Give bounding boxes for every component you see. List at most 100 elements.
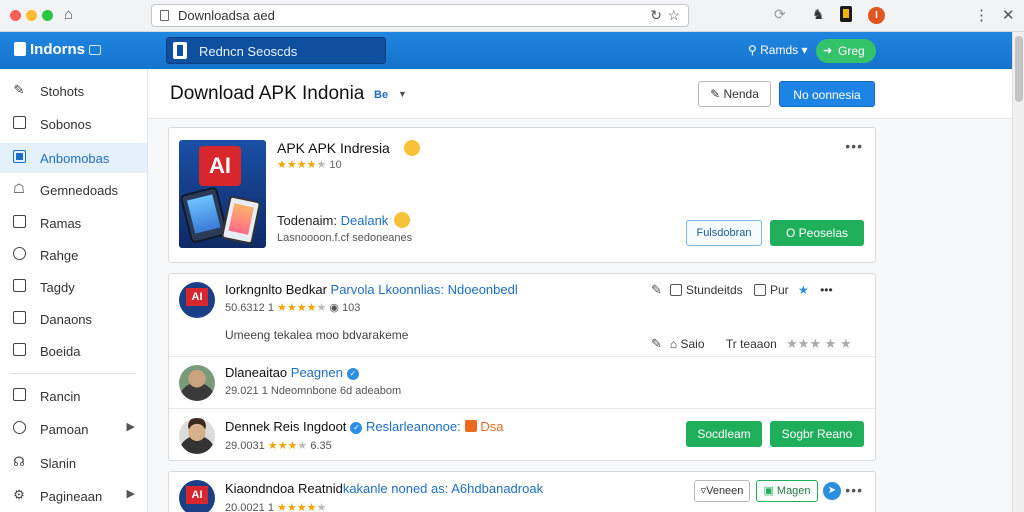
home-icon[interactable]: ⌂ bbox=[64, 6, 73, 23]
sidebar-item-label: Danaons bbox=[40, 312, 93, 327]
sidebar-item-boeida[interactable]: Boeida bbox=[0, 336, 147, 366]
close-window-button[interactable] bbox=[10, 10, 21, 21]
rating-count: 10 bbox=[329, 159, 342, 171]
account-menu[interactable]: ⚲ Ramds ▾ bbox=[748, 43, 808, 57]
review-link[interactable]: Peagnen bbox=[291, 365, 343, 380]
review-action-button[interactable]: Sogbr Reano bbox=[770, 421, 864, 447]
sidebar-item-pagineaan[interactable]: ⚙ Pagineaan ▶ bbox=[0, 481, 147, 511]
search-app-icon bbox=[173, 42, 187, 59]
review-link[interactable]: Ndoeonbedl bbox=[448, 282, 518, 297]
edit-icon: ✎ bbox=[13, 82, 25, 97]
sidebar-item-pamoan[interactable]: Pamoan ▶ bbox=[0, 414, 147, 444]
smiley-icon bbox=[403, 140, 420, 156]
sidebar-item-label: Slanin bbox=[40, 456, 77, 471]
avatar[interactable] bbox=[179, 418, 215, 454]
app-title-text: APK APK Indresia bbox=[277, 140, 390, 156]
sidebar-item-label: Gemnedoads bbox=[40, 183, 119, 198]
more-options-icon[interactable]: ••• bbox=[820, 283, 833, 297]
sidebar-item-rahge[interactable]: Rahge bbox=[0, 240, 147, 270]
sidebar-item-sobonos[interactable]: Sobonos bbox=[0, 109, 147, 139]
sidebar-item-tagdy[interactable]: Tagdy bbox=[0, 272, 147, 302]
review-author: Iorkngnlto Bedkar bbox=[225, 282, 327, 297]
reload-icon[interactable]: ↻ bbox=[650, 7, 662, 24]
url-input[interactable] bbox=[178, 7, 618, 24]
book-icon bbox=[12, 116, 26, 130]
details-button[interactable]: Fulsdobran bbox=[686, 220, 762, 246]
review-link[interactable]: Parvola Lkoonnlias: bbox=[331, 282, 444, 297]
sidebar-item-rancin[interactable]: Rancin bbox=[0, 381, 147, 411]
extension-bookmark-icon[interactable] bbox=[840, 6, 852, 22]
more-options-icon[interactable]: ••• bbox=[845, 138, 863, 154]
maximize-window-button[interactable] bbox=[42, 10, 53, 21]
sidebar-item-danaons[interactable]: Danaons bbox=[0, 304, 147, 334]
page-scrollbar[interactable] bbox=[1012, 32, 1024, 512]
app-icon-image[interactable]: AI bbox=[179, 140, 266, 248]
scrollbar-thumb[interactable] bbox=[1015, 36, 1023, 102]
developer-name[interactable]: Dealank bbox=[341, 213, 389, 228]
primary-button[interactable]: No oonnesia bbox=[779, 81, 875, 107]
beta-badge[interactable]: Be bbox=[374, 89, 388, 101]
sidebar-item-slanin[interactable]: ☊ Slanin bbox=[0, 448, 147, 478]
sidebar-item-anbomobas[interactable]: Anbomobas bbox=[0, 143, 147, 173]
sidebar-item-ramas[interactable]: Ramas bbox=[0, 208, 147, 238]
download-button[interactable]: O Peoselas bbox=[770, 220, 864, 246]
secondary-button-label: Nenda bbox=[723, 87, 759, 101]
sidebar-item-label: Rancin bbox=[40, 389, 81, 404]
view-button-label: Veneen bbox=[706, 485, 744, 497]
chevron-down-icon[interactable]: ▼ bbox=[398, 89, 407, 99]
app-rating: ★★★★★ 10 bbox=[277, 158, 342, 171]
review-action[interactable]: Saio bbox=[681, 337, 705, 351]
avatar[interactable] bbox=[179, 282, 215, 318]
avatar[interactable] bbox=[179, 365, 215, 401]
related-author: Kiaondndoa Reatnid bbox=[225, 481, 343, 496]
app-logo-badge: AI bbox=[199, 146, 241, 186]
review-link[interactable]: Reslarleanonoe: bbox=[366, 419, 461, 434]
close-tab-icon[interactable]: ✕ bbox=[1002, 6, 1015, 24]
menu-dots-icon[interactable]: ⋮ bbox=[974, 6, 989, 24]
related-meta: 20.0021 1 ★★★★★ bbox=[225, 501, 326, 512]
star-rating-icon: ★★★★★ bbox=[277, 502, 327, 512]
review-action-button[interactable]: Socdleam bbox=[686, 421, 762, 447]
app-header: Indorns Redncn Seoscds ⚲ Ramds ▾ Greg bbox=[0, 32, 1012, 69]
verified-icon: ✓ bbox=[346, 368, 359, 380]
review-action[interactable]: Stundeitds bbox=[686, 283, 743, 297]
brand-mark-icon bbox=[14, 42, 26, 56]
settings-icon: ⚙ bbox=[13, 487, 25, 502]
related-link[interactable]: kakanle noned as: bbox=[343, 481, 449, 496]
more-options-icon[interactable]: ••• bbox=[845, 482, 863, 498]
brand-logo[interactable]: Indorns bbox=[14, 41, 101, 58]
related-link[interactable]: A6hdbanadroak bbox=[451, 481, 543, 496]
sidebar-item-gemnedoads[interactable]: ☖ Gemnedoads bbox=[0, 175, 147, 205]
header-search[interactable]: Redncn Seoscds bbox=[166, 37, 386, 64]
review-date: 50.6312 1 bbox=[225, 302, 274, 314]
address-bar[interactable]: ↻ ☆ bbox=[151, 4, 689, 27]
send-icon[interactable]: ➤ bbox=[823, 482, 841, 500]
review-count: 6.35 bbox=[310, 440, 332, 452]
sidebar-item-label: Anbomobas bbox=[40, 151, 110, 166]
view-button[interactable]: ▿Veneen bbox=[694, 480, 750, 502]
review-action[interactable]: Tr teaaon bbox=[726, 337, 777, 351]
review-meta: 50.6312 1 ★★★★★ ◉ 103 bbox=[225, 301, 360, 314]
page-header: Download APK Indonia Be ▼ ✎ Nenda No oon… bbox=[148, 69, 1012, 119]
pin-icon[interactable]: ✎ bbox=[651, 282, 662, 297]
extension-user-icon[interactable]: ♞ bbox=[812, 6, 825, 23]
review-tag[interactable]: Dsa bbox=[480, 419, 503, 434]
star-rating-input[interactable]: ★★★ ★ ★ bbox=[786, 336, 852, 351]
app-card: AI APK APK Indresia ★★★★★ 10 ••• Todenai… bbox=[168, 127, 876, 263]
target-icon bbox=[12, 421, 26, 435]
extension-profile-icon[interactable]: I bbox=[868, 7, 885, 24]
greet-button[interactable]: Greg bbox=[816, 39, 876, 63]
review-row: Iorkngnlto Bedkar Parvola Lkoonnlias: Nd… bbox=[169, 274, 877, 356]
star-icon[interactable]: ★ bbox=[798, 283, 809, 297]
pin-icon[interactable]: ✎ bbox=[651, 336, 662, 351]
sidebar-item-label: Tagdy bbox=[40, 280, 75, 295]
image-button[interactable]: ▣ Magen bbox=[756, 480, 818, 502]
minimize-window-button[interactable] bbox=[26, 10, 37, 21]
clock-icon bbox=[12, 247, 26, 261]
bookmark-star-icon[interactable]: ☆ bbox=[667, 7, 680, 24]
avatar[interactable] bbox=[179, 480, 215, 512]
secondary-button[interactable]: ✎ Nenda bbox=[698, 81, 771, 107]
extension-puzzle-icon[interactable]: ⟳ bbox=[774, 6, 786, 23]
sidebar-item-stohots[interactable]: ✎ Stohots bbox=[0, 76, 147, 106]
review-action[interactable]: Pur bbox=[770, 283, 789, 297]
